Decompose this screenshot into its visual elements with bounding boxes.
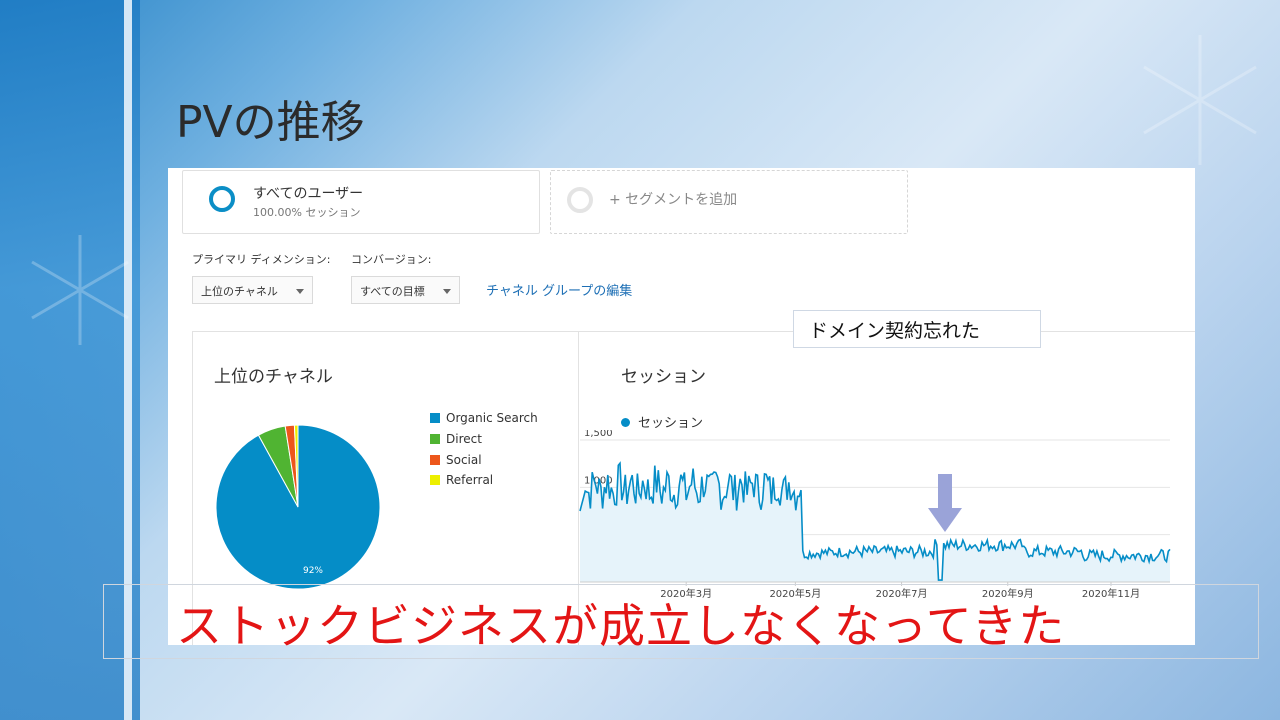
- legend-swatch: [430, 455, 440, 465]
- y-tick-label: 1,500: [584, 430, 613, 439]
- legend-item-referral: Referral: [430, 473, 493, 487]
- conversion-label: コンバージョン:: [351, 253, 432, 266]
- primary-dimension-label: プライマリ ディメンション:: [192, 253, 331, 266]
- series-dot-icon: [621, 418, 630, 427]
- legend-label: Organic Search: [446, 411, 538, 425]
- legend-item-direct: Direct: [430, 432, 482, 446]
- legend-swatch: [430, 434, 440, 444]
- primary-dimension-value: 上位のチャネル: [201, 285, 278, 298]
- sessions-line-chart: 1,5001,0005002020年3月2020年5月2020年7月2020年9…: [579, 430, 1171, 600]
- segment-subtext: 100.00% セッション: [253, 206, 361, 219]
- segment-ring-icon: [209, 186, 235, 212]
- pie-card-title: 上位のチャネル: [214, 367, 333, 387]
- legend-swatch: [430, 475, 440, 485]
- legend-swatch: [430, 413, 440, 423]
- legend-item-social: Social: [430, 453, 482, 467]
- snowflake-decoration: [31, 235, 129, 345]
- caption-text: ストックビジネスが成立しなくなってきた: [176, 599, 1066, 653]
- add-segment-button[interactable]: + セグメントを追加: [550, 170, 908, 234]
- slide-title: PVの推移: [176, 97, 365, 148]
- annotation-box: ドメイン契約忘れた: [793, 310, 1041, 348]
- pie-chart: 92%: [215, 424, 381, 590]
- annotation-text: ドメイン契約忘れた: [809, 320, 981, 342]
- chevron-down-icon: [443, 289, 451, 294]
- snowflake-decoration: [1143, 35, 1257, 165]
- segment-all-users[interactable]: すべてのユーザー 100.00% セッション: [182, 170, 540, 234]
- segment-label: すべてのユーザー: [253, 186, 364, 202]
- series-legend-label: セッション: [638, 416, 704, 431]
- chevron-down-icon: [296, 289, 304, 294]
- legend-label: Referral: [446, 473, 494, 487]
- legend-item-organic: Organic Search: [430, 411, 538, 425]
- pie-slice-label: 92%: [303, 566, 323, 576]
- series-legend: セッション: [621, 412, 703, 431]
- analytics-panel: すべてのユーザー 100.00% セッション + セグメントを追加 プライマリ …: [168, 168, 1195, 645]
- edit-channel-group-link[interactable]: チャネル グループの編集: [486, 280, 632, 299]
- add-segment-label: + セグメントを追加: [609, 192, 738, 208]
- conversion-dropdown[interactable]: すべての目標: [351, 276, 460, 304]
- line-card-title: セッション: [621, 367, 706, 387]
- conversion-value: すべての目標: [360, 285, 425, 298]
- primary-dimension-dropdown[interactable]: 上位のチャネル: [192, 276, 313, 304]
- down-arrow-icon: [928, 474, 962, 532]
- legend-label: Social: [446, 453, 482, 467]
- legend-label: Direct: [446, 432, 482, 446]
- empty-segment-ring-icon: [567, 187, 593, 213]
